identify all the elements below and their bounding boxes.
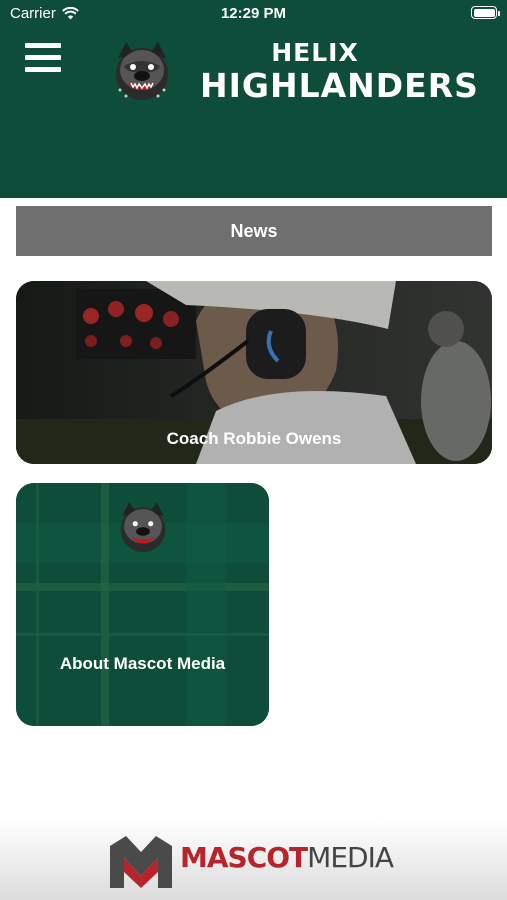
news-label: News xyxy=(230,220,278,241)
clock: 12:29 PM xyxy=(220,5,287,22)
wordmark-part1: MASCOT xyxy=(180,841,308,874)
wordmark-part2: MEDIA xyxy=(307,841,394,874)
menu-icon xyxy=(25,43,61,48)
bulldog-logo xyxy=(116,42,168,100)
menu-button[interactable] xyxy=(25,43,61,73)
team-name-line1: HELIX xyxy=(271,38,359,67)
coach-card-label: Coach Robbie Owens xyxy=(166,429,342,448)
about-card-label: About Mascot Media xyxy=(59,654,226,673)
mascot-media-m-logo xyxy=(110,836,172,888)
mascot-media-wordmark: MASCOTMEDIA xyxy=(180,841,394,874)
battery-icon xyxy=(471,6,500,19)
team-name: HELIX HIGHLANDERS xyxy=(200,38,479,105)
about-card[interactable]: About Mascot Media xyxy=(16,483,269,726)
coach-card[interactable]: Coach Robbie Owens xyxy=(16,281,492,464)
status-bar: Carrier 12:29 PM xyxy=(0,0,507,30)
app-header: Carrier 12:29 PM HELIX HIGHLANDERS xyxy=(0,0,507,198)
sponsor-footer[interactable]: MASCOTMEDIA xyxy=(0,820,507,900)
news-section-bar[interactable]: News xyxy=(16,206,492,256)
bulldog-logo xyxy=(120,502,166,553)
team-name-line2: HIGHLANDERS xyxy=(200,66,479,105)
